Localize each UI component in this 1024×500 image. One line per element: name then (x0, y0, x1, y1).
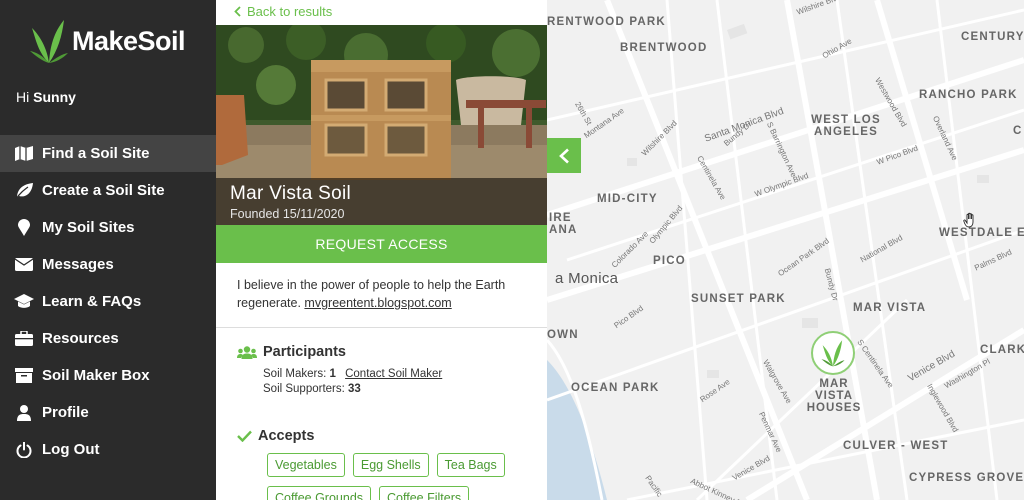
greeting: Hi Sunny (16, 89, 76, 105)
nav-soil-maker-box[interactable]: Soil Maker Box (0, 357, 216, 394)
map-label-mar-vista: MAR VISTA (853, 302, 927, 314)
divider (216, 327, 547, 328)
nav-learn-faqs[interactable]: Learn & FAQs (0, 283, 216, 320)
makesoil-logo[interactable]: MakeSoil (30, 18, 186, 64)
map-label-santa-monica: a Monica (555, 270, 619, 287)
site-description: I believe in the power of people to help… (237, 276, 527, 312)
map-label-rancho-park: RANCHO PARK (919, 89, 1018, 101)
request-access-button[interactable]: REQUEST ACCESS (216, 225, 547, 263)
leaf-icon (14, 182, 34, 200)
accepted-materials: Vegetables Egg Shells Tea Bags Coffee Gr… (267, 453, 537, 500)
greeting-prefix: Hi (16, 89, 30, 105)
map-label-culver-west: CULVER - WEST (843, 440, 949, 452)
nav-log-out[interactable]: Log Out (0, 431, 216, 468)
map-label-ocean-park: OCEAN PARK (571, 382, 660, 394)
soil-makers-row: Soil Makers: 1 Contact Soil Maker (263, 367, 442, 382)
supporters-count: 33 (348, 383, 361, 395)
map-label-e: E (1017, 227, 1024, 239)
accept-tag: Coffee Grounds (267, 486, 372, 500)
marker-label: MAR VISTA HOUSES (806, 378, 862, 414)
archive-box-icon (14, 367, 34, 385)
makers-count: 1 (329, 368, 336, 380)
power-icon (14, 441, 34, 459)
brand-name: MakeSoil (72, 25, 186, 56)
collapse-panel-button[interactable] (547, 138, 581, 173)
accepts-title: Accepts (258, 428, 315, 444)
nav-label: Find a Soil Site (42, 145, 150, 162)
nav-label: Create a Soil Site (42, 182, 165, 199)
user-icon (14, 404, 34, 422)
map-label-clark: CLARK (980, 344, 1024, 356)
nav-resources[interactable]: Resources (0, 320, 216, 357)
sidebar: MakeSoil Hi Sunny Find a Soil Site Creat… (0, 0, 216, 500)
nav-messages[interactable]: Messages (0, 246, 216, 283)
accepts-heading: Accepts (237, 428, 314, 444)
check-icon (237, 430, 252, 442)
contact-soil-maker-link[interactable]: Contact Soil Maker (345, 368, 442, 380)
map-label-ire: IRE (549, 212, 572, 224)
back-label: Back to results (247, 4, 333, 19)
hand-cursor-icon (963, 212, 979, 233)
site-caption: Mar Vista Soil Founded 15/11/2020 (216, 178, 547, 225)
nav-label: My Soil Sites (42, 219, 135, 236)
accept-tag: Egg Shells (352, 453, 429, 477)
makers-label: Soil Makers: (263, 368, 327, 380)
nav-label: Soil Maker Box (42, 367, 150, 384)
nav-label: Learn & FAQs (42, 293, 142, 310)
map-label-west-los-angeles: WEST LOS ANGELES (811, 114, 881, 138)
site-photo: Mar Vista Soil Founded 15/11/2020 (216, 25, 547, 225)
participants-heading: Participants (237, 344, 346, 360)
map-label-c: C (1013, 125, 1023, 137)
accept-tag: Coffee Filters (379, 486, 470, 500)
map-label-brentwood: BRENTWOOD (620, 42, 708, 54)
sprout-icon (821, 340, 845, 367)
nav-label: Resources (42, 330, 119, 347)
map-icon (14, 145, 34, 163)
back-to-results-link[interactable]: Back to results (234, 4, 332, 19)
site-founded-date: Founded 15/11/2020 (230, 207, 345, 221)
graduation-cap-icon (14, 293, 34, 311)
envelope-icon (14, 256, 34, 274)
map[interactable]: RENTWOOD PARK BRENTWOOD CENTURY RANCHO P… (547, 0, 1024, 500)
accept-tag: Vegetables (267, 453, 345, 477)
nav-label: Log Out (42, 441, 100, 458)
site-name: Mar Vista Soil (230, 183, 352, 204)
supporters-label: Soil Supporters: (263, 383, 345, 395)
site-detail-panel: Back to results Mar Vista Soil Founded 1 (216, 0, 547, 500)
participants-title: Participants (263, 344, 346, 360)
map-label-rentwood-park: RENTWOOD PARK (547, 16, 666, 28)
nav-profile[interactable]: Profile (0, 394, 216, 431)
chevron-left-icon (234, 6, 241, 17)
map-label-pico: PICO (653, 255, 686, 267)
blog-link[interactable]: mvgreentent.blogspot.com (304, 296, 451, 310)
map-label-cypress-grove: CYPRESS GROVE (909, 472, 1024, 484)
map-label-ana: ANA (549, 224, 578, 236)
sidebar-nav: Find a Soil Site Create a Soil Site My S… (0, 135, 216, 468)
briefcase-icon (14, 330, 34, 348)
map-label-mid-city: MID-CITY (597, 193, 658, 205)
users-icon (237, 345, 257, 359)
greeting-user: Sunny (33, 89, 76, 105)
pin-icon (14, 219, 34, 237)
soil-site-marker[interactable] (811, 331, 855, 375)
chevron-left-icon (559, 148, 569, 163)
map-label-sunset-park: SUNSET PARK (691, 293, 786, 305)
nav-my-soil-sites[interactable]: My Soil Sites (0, 209, 216, 246)
nav-label: Profile (42, 404, 89, 421)
map-label-own: OWN (547, 329, 579, 341)
nav-label: Messages (42, 256, 114, 273)
nav-find-soil-site[interactable]: Find a Soil Site (0, 135, 216, 172)
nav-create-soil-site[interactable]: Create a Soil Site (0, 172, 216, 209)
soil-supporters-row: Soil Supporters: 33 (263, 382, 442, 397)
sprout-logo-icon (30, 20, 68, 63)
accept-tag: Tea Bags (436, 453, 505, 477)
map-label-century: CENTURY (961, 31, 1024, 43)
participants-info: Soil Makers: 1 Contact Soil Maker Soil S… (263, 367, 442, 397)
